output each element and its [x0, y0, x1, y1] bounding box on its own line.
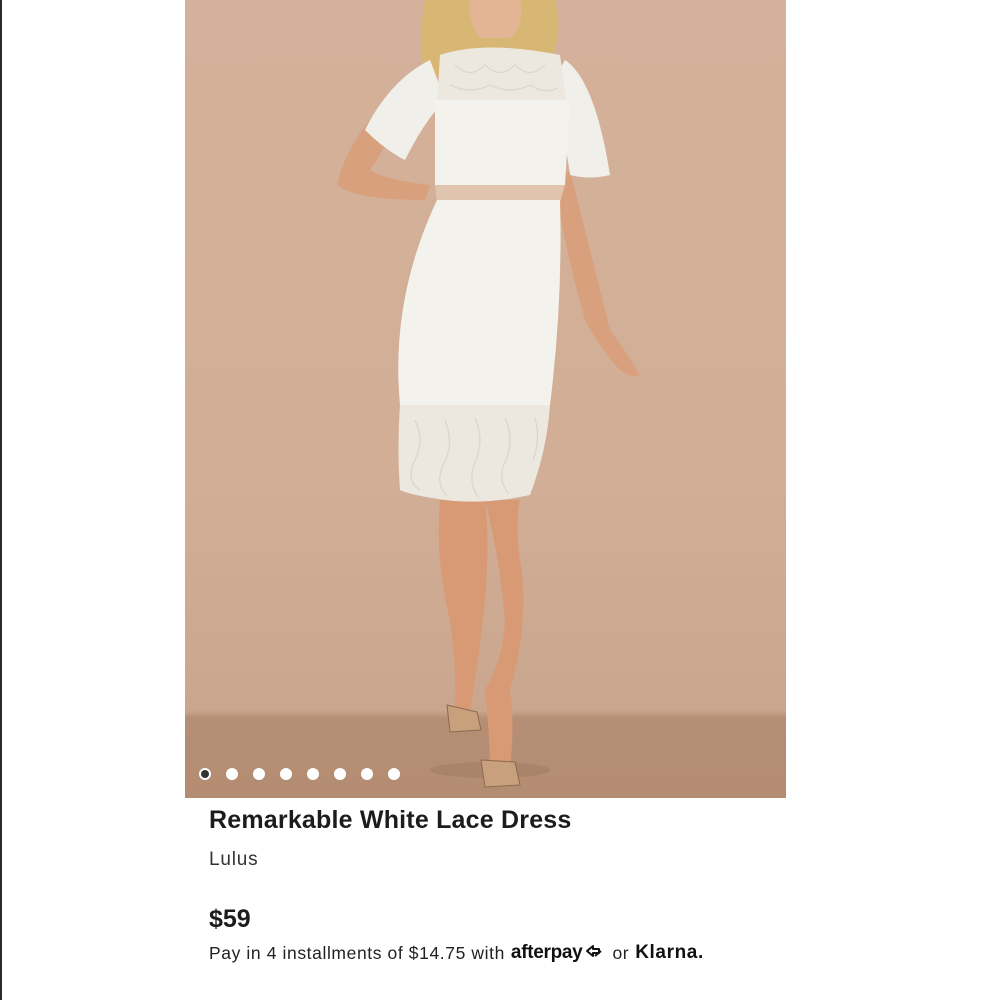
product-page: Remarkable White Lace Dress Lulus $59 Pa…: [0, 0, 1000, 1000]
carousel-dot-1[interactable]: [199, 768, 211, 780]
product-image[interactable]: [185, 0, 786, 798]
carousel-dot-2[interactable]: [226, 768, 238, 780]
product-price: $59: [209, 905, 251, 933]
product-brand[interactable]: Lulus: [209, 849, 258, 871]
klarna-logo[interactable]: Klarna.: [635, 942, 704, 964]
installment-text: Pay in 4 installments of $14.75 with: [209, 942, 505, 963]
installment-info: Pay in 4 installments of $14.75 with aft…: [209, 942, 704, 964]
or-text: or: [612, 942, 630, 963]
carousel-dot-4[interactable]: [280, 768, 292, 780]
carousel-dot-8[interactable]: [388, 768, 400, 780]
image-carousel-dots: [199, 768, 400, 780]
afterpay-arrows-icon: [584, 943, 604, 964]
rating-stars-partial: [209, 994, 379, 1000]
carousel-dot-3[interactable]: [253, 768, 265, 780]
dress-photo: [337, 0, 640, 788]
afterpay-logo[interactable]: afterpay: [511, 942, 583, 964]
product-title: Remarkable White Lace Dress: [209, 806, 572, 834]
carousel-dot-7[interactable]: [361, 768, 373, 780]
carousel-dot-5[interactable]: [307, 768, 319, 780]
carousel-dot-6[interactable]: [334, 768, 346, 780]
